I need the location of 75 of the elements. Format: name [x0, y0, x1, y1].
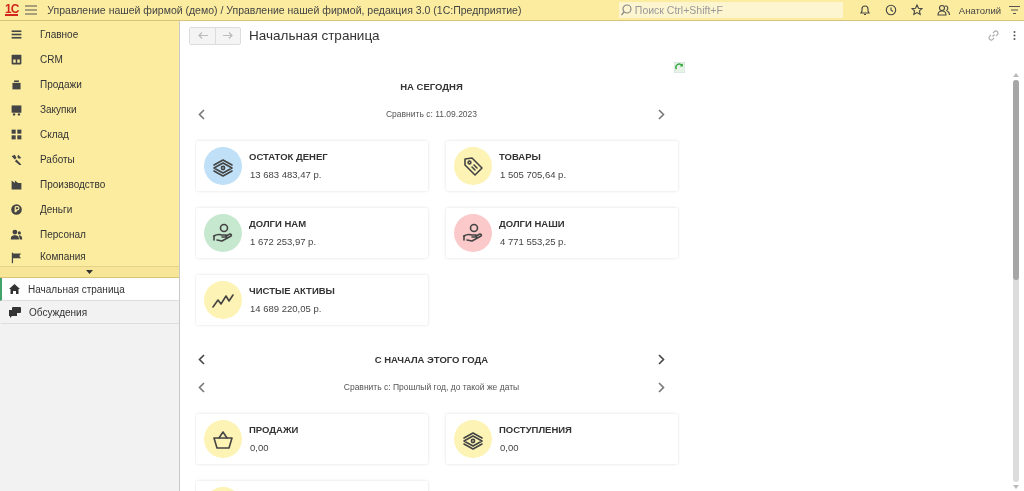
card-value: 0,00	[250, 442, 270, 453]
card-title: ДОЛГИ НАМ	[249, 218, 308, 229]
hand-person-icon	[461, 221, 485, 245]
contact-card-icon	[10, 53, 23, 66]
compare-label[interactable]: Сравнить с: 11.09.2023	[205, 109, 658, 119]
sidebar-item[interactable]: Работы	[0, 147, 179, 172]
summary-card[interactable]: ПРОДАЖИ 0,00	[196, 414, 428, 464]
next-period-icon[interactable]	[658, 353, 665, 365]
section-title: НА СЕГОДНЯ	[399, 80, 464, 92]
chat-bubbles-icon	[9, 306, 21, 318]
price-tag-icon	[461, 154, 485, 178]
summary-card[interactable]: ПОСТУПЛЕНИЯ 0,00	[446, 414, 678, 464]
summary-card[interactable]: ДОЛГИ НАШИ 4 771 553,25 р.	[446, 208, 678, 258]
cart-icon	[10, 103, 23, 116]
back-arrow-icon	[197, 32, 208, 39]
hand-person-icon	[211, 221, 235, 245]
link-icon[interactable]	[988, 30, 999, 41]
card-value: 1 505 705,64 р.	[500, 169, 567, 180]
sidebar-item[interactable]: Склад	[0, 122, 179, 147]
sidebar-item[interactable]: Производство	[0, 172, 179, 197]
users-icon[interactable]	[936, 4, 950, 16]
forward-arrow-icon	[223, 32, 233, 39]
tools-icon	[10, 153, 23, 166]
card-title: ОСТАТОК ДЕНЕГ	[249, 151, 328, 162]
menu-lines-icon	[10, 28, 23, 41]
window-title: Управление нашей фирмой (демо) / Управление нашей фирмой, редакция 3.0 (1С:Предприятие)	[47, 4, 523, 16]
summary-card[interactable]: ЧИСТЫЕ АКТИВЫ 14 689 220,05 р.	[196, 275, 428, 325]
grid-icon	[10, 128, 23, 141]
sidebar-item[interactable]: Деньги	[0, 197, 179, 222]
card-value: 14 689 220,05 р.	[250, 303, 323, 314]
card-value: 0,00	[500, 442, 520, 453]
filter-menu-icon[interactable]	[1009, 4, 1020, 16]
next-compare-icon[interactable]	[658, 381, 665, 393]
star-icon[interactable]	[910, 4, 923, 16]
page-title: Начальная страница	[249, 28, 381, 43]
compare-label[interactable]: Сравнить с: Прошлый год, до такой же даты	[205, 382, 658, 392]
more-options-icon[interactable]	[1013, 31, 1016, 40]
sidebar-item[interactable]: Главное	[0, 22, 179, 47]
sidebar-item[interactable]: Закупки	[0, 97, 179, 122]
summary-card[interactable]: ТОВАРЫ 1 505 705,64 р.	[446, 141, 678, 191]
previous-compare-icon[interactable]	[198, 108, 205, 120]
open-window-tab[interactable]: Начальная страница	[0, 278, 179, 301]
open-window-tab[interactable]: Обсуждения	[0, 301, 179, 324]
card-value: 13 683 483,47 р.	[250, 169, 323, 180]
previous-period-icon[interactable]	[198, 353, 205, 365]
history-icon[interactable]	[884, 4, 897, 16]
next-compare-icon[interactable]	[658, 108, 665, 120]
sidebar-item[interactable]: Персонал	[0, 222, 179, 247]
search-icon	[620, 4, 633, 16]
factory-icon	[10, 178, 23, 191]
card-title: ПОСТУПЛЕНИЯ	[499, 424, 572, 435]
briefcase-icon	[10, 78, 23, 91]
sidebar-item[interactable]: Компания	[0, 247, 179, 266]
ruble-coin-icon	[10, 203, 23, 216]
summary-card[interactable]: ОСТАТОК ДЕНЕГ 13 683 483,47 р.	[196, 141, 428, 191]
sidebar-item[interactable]: CRM	[0, 47, 179, 72]
summary-card[interactable]: ДОЛГИ НАМ 1 672 253,97 р.	[196, 208, 428, 258]
section-title: С НАЧАЛА ЭТОГО ГОДА	[373, 353, 490, 365]
card-value: 4 771 553,25 р.	[500, 236, 567, 247]
user-name[interactable]: Анатолий	[958, 4, 1001, 16]
logo[interactable]: 1С	[5, 4, 19, 16]
card-title: ЧИСТЫЕ АКТИВЫ	[249, 285, 335, 296]
expand-caret-icon[interactable]	[86, 270, 93, 274]
card-title: ТОВАРЫ	[499, 151, 542, 162]
card-value: 1 672 253,97 р.	[250, 236, 317, 247]
card-title: ПРОДАЖИ	[249, 424, 299, 435]
people-icon	[10, 228, 23, 241]
refresh-icon[interactable]	[674, 62, 685, 73]
sidebar-item[interactable]: Продажи	[0, 72, 179, 97]
previous-compare-icon[interactable]	[198, 381, 205, 393]
card-title: ДОЛГИ НАШИ	[499, 218, 566, 229]
home-icon	[9, 284, 20, 294]
search-field[interactable]: Поиск Ctrl+Shift+F	[618, 2, 843, 18]
flag-icon	[10, 251, 23, 264]
bell-icon[interactable]	[858, 4, 871, 16]
